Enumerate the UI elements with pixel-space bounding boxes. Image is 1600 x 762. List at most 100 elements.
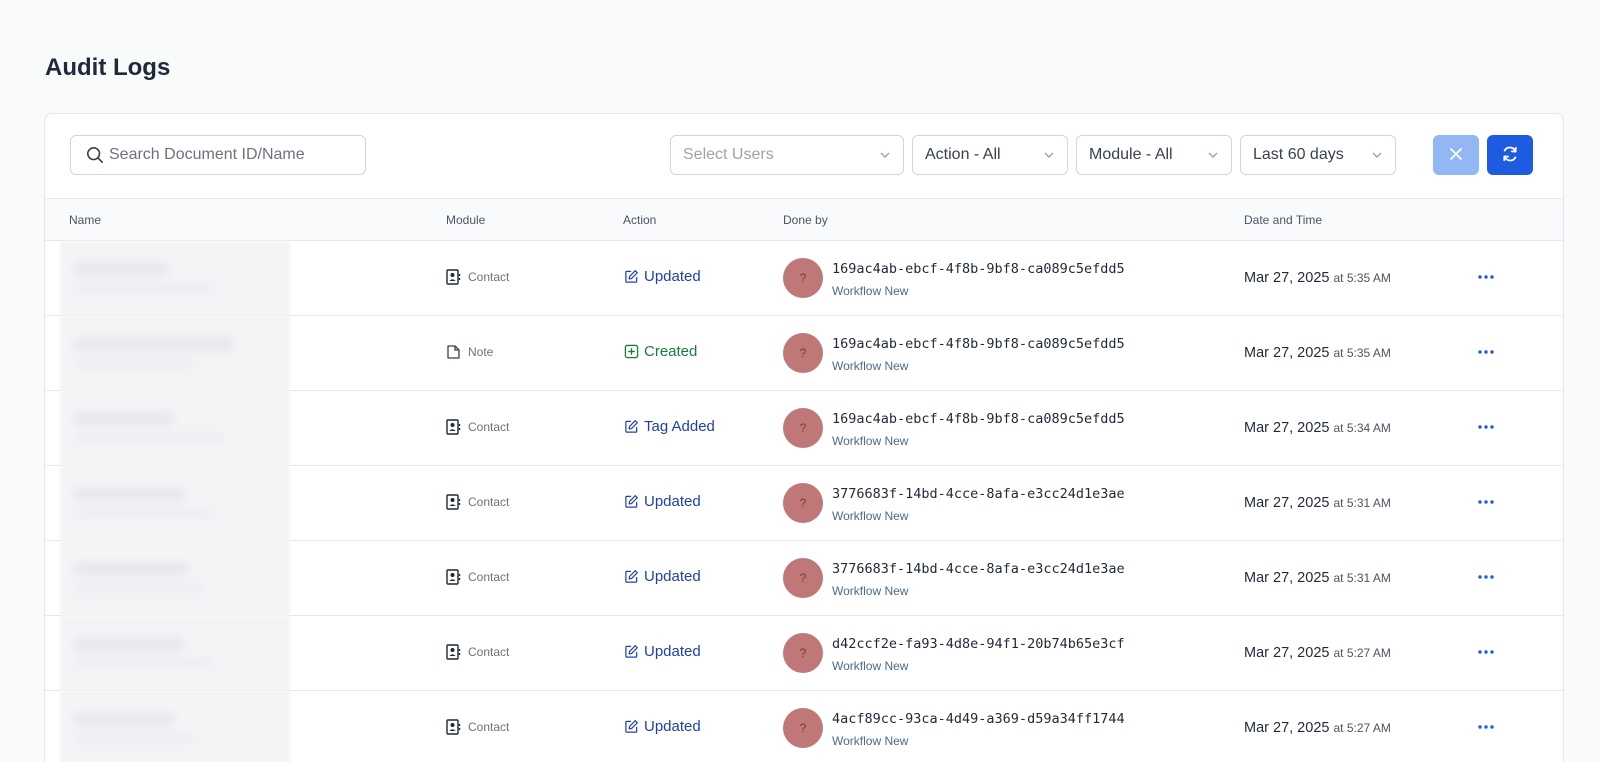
plus-square-icon xyxy=(623,344,639,360)
date-range-dropdown[interactable]: Last 60 days xyxy=(1240,135,1396,175)
action-cell: Tag Added xyxy=(623,418,715,435)
action-cell: Updated xyxy=(623,493,701,510)
more-options-icon[interactable] xyxy=(1474,642,1498,662)
redacted-name-cell xyxy=(60,616,290,691)
table-row[interactable]: Contact Tag Added? 169ac4ab-ebcf-4f8b-9bf8… xyxy=(45,391,1563,466)
more-options-icon[interactable] xyxy=(1474,267,1498,287)
action-cell: Updated xyxy=(623,643,701,660)
action-cell: Updated xyxy=(623,568,701,585)
redacted-name-cell xyxy=(60,691,290,762)
redacted-name-cell xyxy=(60,541,290,616)
module-label: Contact xyxy=(468,570,510,584)
time-label: at 5:31 AM xyxy=(1333,571,1391,585)
module-cell: Contact xyxy=(445,494,509,510)
date-time-cell: Mar 27, 2025 at 5:27 AM xyxy=(1244,645,1391,661)
column-header-done-by[interactable]: Done by xyxy=(783,213,828,227)
done-by-source[interactable]: Workflow New xyxy=(832,359,908,373)
table-row[interactable]: Contact Updated? 3776683f-14bd-4cce-8afa-e… xyxy=(45,466,1563,541)
edit-icon xyxy=(623,419,639,435)
module-cell: Contact xyxy=(445,719,509,735)
more-options-icon[interactable] xyxy=(1474,567,1498,587)
module-filter-value: Module - All xyxy=(1089,146,1173,163)
action-label: Updated xyxy=(644,568,701,585)
refresh-button[interactable] xyxy=(1487,135,1533,175)
table-row[interactable]: Contact Updated? 4acf89cc-93ca-4d49-a369-d… xyxy=(45,691,1563,762)
column-header-module[interactable]: Module xyxy=(446,213,485,227)
done-by-user-id: 4acf89cc-93ca-4d49-a369-d59a34ff1744 xyxy=(832,711,1125,727)
module-cell: Contact xyxy=(445,419,509,435)
module-label: Contact xyxy=(468,720,510,734)
date-label: Mar 27, 2025 xyxy=(1244,270,1330,286)
search-box[interactable] xyxy=(70,135,366,175)
table-header: Name Module Action Done by Date and Time xyxy=(45,198,1563,241)
more-options-icon[interactable] xyxy=(1474,417,1498,437)
chevron-down-icon xyxy=(1207,149,1219,161)
action-label: Updated xyxy=(644,268,701,285)
redacted-name-cell xyxy=(60,316,290,391)
table-row[interactable]: Contact Updated? d42ccf2e-fa93-4d8e-94f1-2… xyxy=(45,616,1563,691)
avatar: ? xyxy=(783,333,823,373)
column-header-action[interactable]: Action xyxy=(623,213,656,227)
avatar: ? xyxy=(783,558,823,598)
chevron-down-icon xyxy=(1371,149,1383,161)
time-label: at 5:34 AM xyxy=(1333,421,1391,435)
action-cell: Updated xyxy=(623,268,701,285)
done-by-source[interactable]: Workflow New xyxy=(832,284,908,298)
more-options-icon[interactable] xyxy=(1474,717,1498,737)
date-time-cell: Mar 27, 2025 at 5:31 AM xyxy=(1244,495,1391,511)
contact-card-icon xyxy=(445,269,461,285)
module-label: Contact xyxy=(468,495,510,509)
action-label: Updated xyxy=(644,643,701,660)
avatar: ? xyxy=(783,258,823,298)
time-label: at 5:27 AM xyxy=(1333,646,1391,660)
table-row[interactable]: Contact Updated? 3776683f-14bd-4cce-8afa-e… xyxy=(45,541,1563,616)
module-filter-dropdown[interactable]: Module - All xyxy=(1076,135,1232,175)
date-label: Mar 27, 2025 xyxy=(1244,570,1330,586)
table-row[interactable]: Note Created? 169ac4ab-ebcf-4f8b-9bf8-ca08… xyxy=(45,316,1563,391)
table-row[interactable]: Contact Updated? 169ac4ab-ebcf-4f8b-9bf8-c… xyxy=(45,241,1563,316)
edit-icon xyxy=(623,269,639,285)
action-label: Updated xyxy=(644,718,701,735)
redacted-name-cell xyxy=(60,466,290,541)
edit-icon xyxy=(623,719,639,735)
redacted-name-cell xyxy=(60,241,290,316)
time-label: at 5:35 AM xyxy=(1333,346,1391,360)
edit-icon xyxy=(623,569,639,585)
module-cell: Contact xyxy=(445,644,509,660)
module-cell: Contact xyxy=(445,569,509,585)
clear-filters-button[interactable] xyxy=(1433,135,1479,175)
done-by-user-id: 3776683f-14bd-4cce-8afa-e3cc24d1e3ae xyxy=(832,561,1125,577)
action-label: Updated xyxy=(644,493,701,510)
done-by-user-id: 169ac4ab-ebcf-4f8b-9bf8-ca089c5efdd5 xyxy=(832,261,1125,277)
contact-card-icon xyxy=(445,494,461,510)
date-time-cell: Mar 27, 2025 at 5:34 AM xyxy=(1244,420,1391,436)
avatar: ? xyxy=(783,408,823,448)
search-icon xyxy=(85,145,105,165)
done-by-source[interactable]: Workflow New xyxy=(832,509,908,523)
module-label: Contact xyxy=(468,645,510,659)
date-label: Mar 27, 2025 xyxy=(1244,420,1330,436)
avatar: ? xyxy=(783,483,823,523)
contact-card-icon xyxy=(445,419,461,435)
column-header-name[interactable]: Name xyxy=(69,213,101,227)
done-by-source[interactable]: Workflow New xyxy=(832,584,908,598)
chevron-down-icon xyxy=(879,149,891,161)
more-options-icon[interactable] xyxy=(1474,342,1498,362)
done-by-source[interactable]: Workflow New xyxy=(832,434,908,448)
done-by-source[interactable]: Workflow New xyxy=(832,734,908,748)
column-header-date-time[interactable]: Date and Time xyxy=(1244,213,1322,227)
done-by-source[interactable]: Workflow New xyxy=(832,659,908,673)
contact-card-icon xyxy=(445,644,461,660)
date-time-cell: Mar 27, 2025 at 5:31 AM xyxy=(1244,570,1391,586)
select-users-dropdown[interactable]: Select Users xyxy=(670,135,904,175)
module-label: Note xyxy=(468,345,494,359)
search-input[interactable] xyxy=(109,146,359,164)
page-title: Audit Logs xyxy=(45,54,171,81)
filter-toolbar: Select Users Action - All Module - All L… xyxy=(45,114,1563,198)
module-cell: Contact xyxy=(445,269,509,285)
more-options-icon[interactable] xyxy=(1474,492,1498,512)
module-label: Contact xyxy=(468,420,510,434)
date-label: Mar 27, 2025 xyxy=(1244,495,1330,511)
action-filter-dropdown[interactable]: Action - All xyxy=(912,135,1068,175)
date-label: Mar 27, 2025 xyxy=(1244,720,1330,736)
